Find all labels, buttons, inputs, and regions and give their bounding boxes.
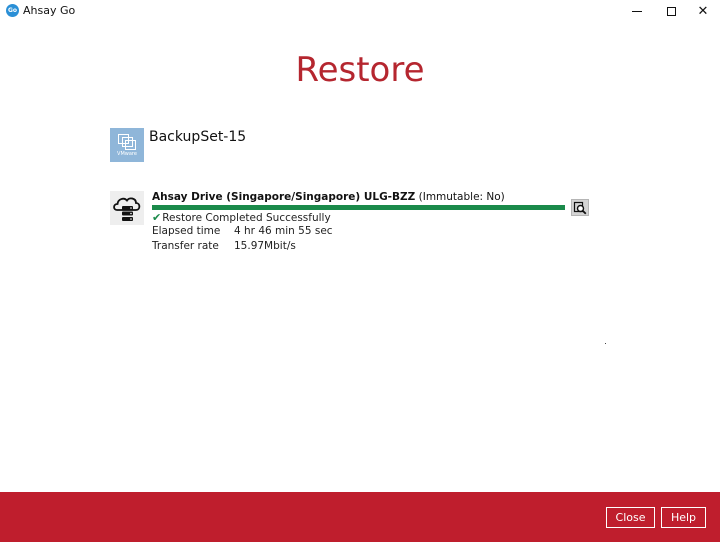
vmware-icon: VMware (110, 128, 144, 162)
elapsed-time-label: Elapsed time (152, 225, 221, 237)
stray-dot (605, 343, 606, 344)
restore-progress-bar (152, 205, 565, 210)
magnifier-icon (573, 201, 587, 214)
restore-status: ✔ Restore Completed Successfully (152, 211, 331, 224)
elapsed-time-value: 4 hr 46 min 55 sec (234, 225, 333, 237)
destination-name: Ahsay Drive (Singapore/Singapore) ULG-BZ… (152, 191, 505, 203)
restore-progress-fill (152, 205, 565, 210)
elapsed-time-row: Elapsed time 4 hr 46 min 55 sec (152, 225, 333, 237)
help-button[interactable]: Help (661, 507, 706, 528)
transfer-rate-value: 15.97Mbit/s (234, 240, 296, 252)
page-title: Restore (295, 50, 425, 90)
window-titlebar: Go Ahsay Go ✕ (0, 0, 720, 22)
vmware-icon-label: VMware (117, 150, 137, 157)
window-title: Ahsay Go (23, 4, 76, 17)
minimize-button[interactable] (620, 0, 654, 22)
immutable-status: (Immutable: No) (418, 191, 505, 203)
transfer-rate-label: Transfer rate (152, 240, 219, 252)
cloud-server-icon (110, 191, 144, 225)
close-icon: ✕ (697, 3, 709, 19)
app-logo-icon: Go (6, 4, 19, 17)
checkmark-icon: ✔ (152, 211, 162, 224)
destination-title: Ahsay Drive (Singapore/Singapore) ULG-BZ… (152, 191, 416, 203)
backupset-name: BackupSet-15 (149, 129, 247, 145)
restore-status-text: Restore Completed Successfully (162, 211, 331, 224)
minimize-icon (632, 10, 642, 12)
window-close-button[interactable]: ✕ (686, 0, 720, 22)
maximize-button[interactable] (654, 0, 688, 22)
view-log-button[interactable] (571, 199, 589, 216)
transfer-rate-row: Transfer rate 15.97Mbit/s (152, 240, 296, 252)
maximize-icon (666, 6, 676, 16)
close-button[interactable]: Close (606, 507, 655, 528)
